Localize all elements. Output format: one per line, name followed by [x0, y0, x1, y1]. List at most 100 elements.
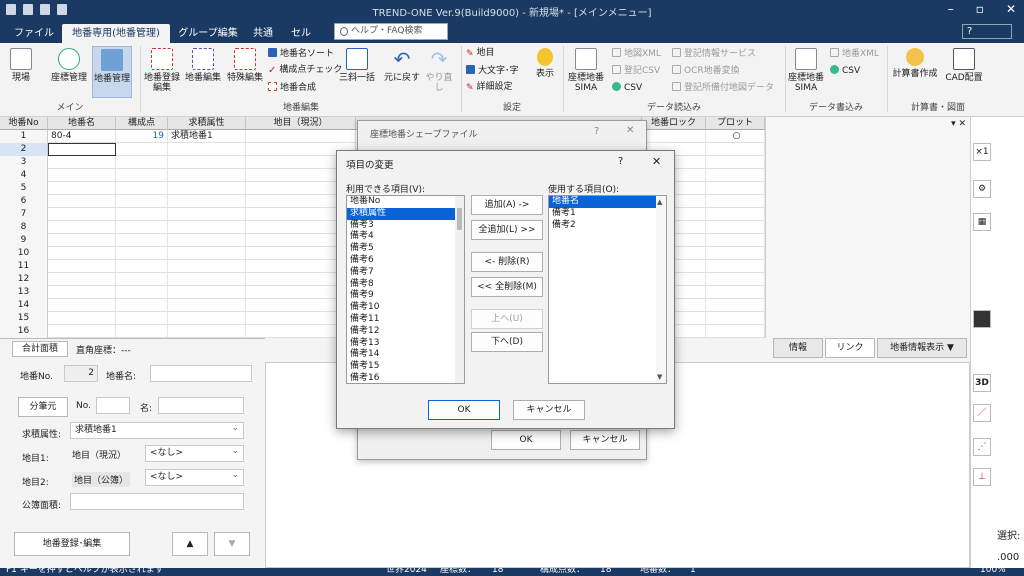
tab-info[interactable]: 情報: [773, 338, 823, 358]
undo-button[interactable]: ↶ 元に戻す: [384, 48, 420, 83]
cancel-button[interactable]: キャンセル: [513, 400, 585, 420]
write-sima-button[interactable]: 座標地番 SIMA: [786, 48, 826, 93]
list-item[interactable]: 備考6: [347, 255, 464, 267]
cell-name[interactable]: [48, 182, 116, 195]
genba-button[interactable]: 現場: [6, 48, 36, 83]
cell-points[interactable]: [116, 325, 168, 338]
scrollbar[interactable]: [455, 196, 464, 383]
cell-points[interactable]: [116, 273, 168, 286]
cell-chimoku[interactable]: [246, 130, 356, 143]
scrollbar[interactable]: ▲ ▼: [656, 196, 666, 383]
cell-attr[interactable]: [168, 234, 246, 247]
line-tool-icon[interactable]: ／: [973, 404, 991, 422]
list-item[interactable]: 備考12: [347, 326, 464, 338]
list-item[interactable]: 地番No: [347, 196, 464, 208]
cell-plot[interactable]: [706, 234, 765, 247]
cell-plot[interactable]: [706, 143, 765, 156]
column-header[interactable]: 地番名: [48, 117, 116, 130]
cell-name[interactable]: [48, 260, 116, 273]
available-list[interactable]: 地番No 求積属性 備考3 備考4 備考5 備考6 備考7 備考8 備考9 備考10 備考11 備考1…: [346, 195, 465, 384]
cell-attr[interactable]: [168, 325, 246, 338]
help-icon[interactable]: ?: [962, 24, 1012, 39]
tab-link[interactable]: リンク: [825, 338, 875, 358]
cell-name[interactable]: [48, 143, 116, 156]
cell-attr[interactable]: [168, 247, 246, 260]
cell-name[interactable]: [48, 273, 116, 286]
attr-select[interactable]: 求積地番1: [70, 421, 244, 439]
chiban-henshu-button[interactable]: 地番編集: [183, 48, 223, 83]
tab-gokei-menseki[interactable]: 合計面積: [12, 341, 68, 357]
list-item[interactable]: 備考14: [347, 349, 464, 361]
scrollbar-thumb[interactable]: [457, 208, 462, 230]
cell-plot[interactable]: [706, 169, 765, 182]
cell-attr[interactable]: [168, 182, 246, 195]
cell-attr[interactable]: [168, 286, 246, 299]
cell-plot[interactable]: [706, 208, 765, 221]
list-item[interactable]: 備考11: [347, 314, 464, 326]
toki-csv-button[interactable]: 登記CSV: [612, 65, 660, 77]
cell-plot[interactable]: [706, 247, 765, 260]
bunpitsu-no-field[interactable]: [96, 397, 130, 414]
zahyo-kanri-button[interactable]: 座標管理: [48, 48, 90, 83]
cell-attr[interactable]: [168, 156, 246, 169]
cell-name[interactable]: [48, 312, 116, 325]
tab-file[interactable]: ファイル: [10, 24, 58, 43]
cell-plot[interactable]: [706, 286, 765, 299]
tab-chiban[interactable]: 地番専用(地番管理): [62, 24, 170, 43]
cell-points[interactable]: [116, 247, 168, 260]
list-item[interactable]: 求積属性: [347, 207, 464, 220]
cell-points[interactable]: [116, 286, 168, 299]
cell-plot[interactable]: [706, 182, 765, 195]
cell-plot[interactable]: [706, 273, 765, 286]
bunpitsu-name-field[interactable]: [158, 397, 244, 414]
close-icon[interactable]: ✕: [1006, 2, 1016, 16]
cell-name[interactable]: [48, 221, 116, 234]
list-item[interactable]: 備考10: [347, 302, 464, 314]
chiban-register-button[interactable]: 地番登録･編集: [14, 532, 130, 556]
kobo-field[interactable]: [70, 493, 244, 510]
cell-points[interactable]: [116, 182, 168, 195]
cell-attr[interactable]: [168, 273, 246, 286]
cell-plot[interactable]: ○: [706, 130, 765, 143]
cell-name[interactable]: [48, 208, 116, 221]
column-header[interactable]: 地目（現況）: [246, 117, 356, 130]
cell-points[interactable]: [116, 299, 168, 312]
move-up-button[interactable]: ▲: [172, 532, 208, 556]
cell-points[interactable]: 19: [116, 130, 168, 143]
chiban-kanri-button[interactable]: 地番管理: [92, 46, 132, 98]
restore-icon[interactable]: ▫: [976, 2, 984, 16]
read-sima-button[interactable]: 座標地番 SIMA: [566, 48, 606, 93]
list-item[interactable]: 備考8: [347, 279, 464, 291]
used-list[interactable]: 地番名 備考1 備考2 ▲ ▼: [548, 195, 667, 384]
display-mode-dropdown[interactable]: 地番情報表示 ▼: [877, 338, 967, 358]
list-item[interactable]: 備考2: [549, 220, 666, 232]
move-down-button[interactable]: 下へ(D): [471, 332, 543, 352]
cell-points[interactable]: [116, 221, 168, 234]
list-item[interactable]: 備考7: [347, 267, 464, 279]
cell-points[interactable]: [116, 195, 168, 208]
cell-lock[interactable]: [642, 130, 706, 143]
chiban-name-field[interactable]: [150, 365, 252, 382]
ok-button[interactable]: OK: [428, 400, 500, 420]
cell-points[interactable]: [116, 156, 168, 169]
cell-plot[interactable]: [706, 156, 765, 169]
cell-attr[interactable]: [168, 260, 246, 273]
tab-group-edit[interactable]: グループ編集: [174, 24, 242, 43]
bunpitsu-button[interactable]: 分筆元: [18, 397, 68, 417]
cell-name[interactable]: [48, 299, 116, 312]
write-csv-button[interactable]: CSV: [830, 65, 860, 77]
help-icon[interactable]: ?: [618, 156, 623, 167]
close-icon[interactable]: ✕: [652, 155, 661, 168]
cell-attr[interactable]: [168, 195, 246, 208]
column-header[interactable]: 地番No: [0, 117, 48, 130]
shapefile-ok-button[interactable]: OK: [491, 430, 561, 450]
cell-plot[interactable]: [706, 195, 765, 208]
tab-cell[interactable]: セル: [284, 24, 318, 43]
cell-attr[interactable]: [168, 299, 246, 312]
cell-points[interactable]: [116, 143, 168, 156]
remove-button[interactable]: <- 削除(R): [471, 252, 543, 272]
remove-all-button[interactable]: << 全削除(M): [471, 277, 543, 297]
layout-icon[interactable]: ▦: [973, 213, 991, 231]
column-header[interactable]: 地番ロック: [642, 117, 706, 130]
cell-name[interactable]: 80-4: [48, 130, 116, 143]
